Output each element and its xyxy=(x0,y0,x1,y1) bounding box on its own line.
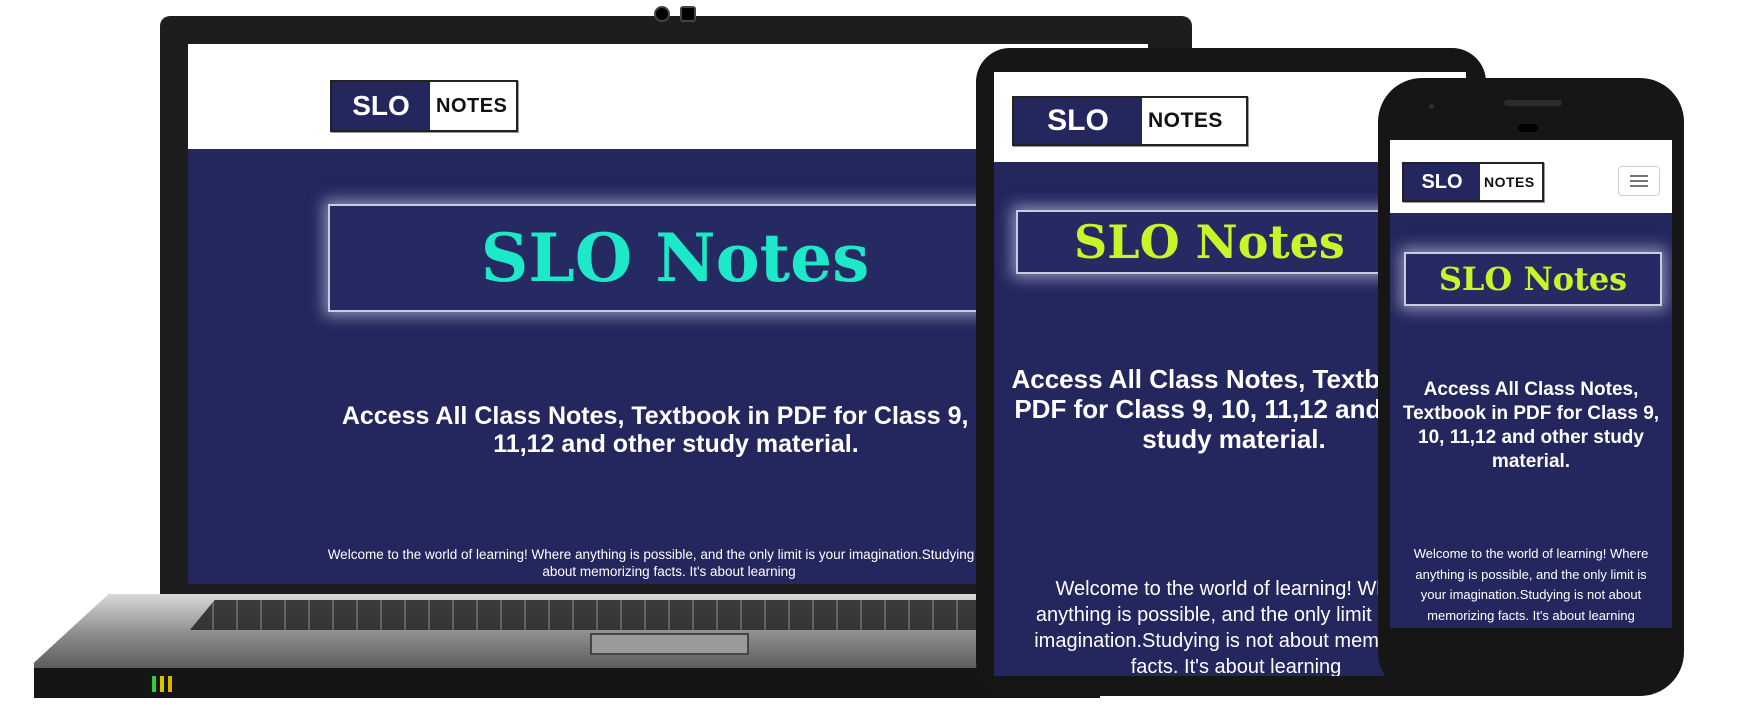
hero-tagline: Access All Class Notes, Textbook in PDF … xyxy=(341,402,1011,458)
laptop-led xyxy=(152,676,156,692)
logo-slo-text: SLO xyxy=(1014,98,1142,144)
logo-notes-text: NOTES xyxy=(1484,174,1535,190)
laptop-camera-indicator xyxy=(680,6,696,22)
hero-title: SLO Notes xyxy=(1438,260,1628,298)
laptop-front-edge xyxy=(34,668,1100,698)
logo-notes-text: NOTES xyxy=(1148,109,1223,132)
site-logo[interactable]: SLO NOTES xyxy=(1012,96,1248,146)
hero-title: SLO Notes xyxy=(1074,215,1345,269)
phone-sensor xyxy=(1429,104,1434,109)
hero-tagline: Access All Class Notes, Textbook in PDF … xyxy=(1402,379,1660,472)
menu-toggle-button[interactable] xyxy=(1618,166,1660,196)
hero-title-box: SLO Notes xyxy=(328,204,1022,312)
laptop-trackpad xyxy=(590,633,749,655)
phone-screen: SLO NOTES SLO Notes Access All Class Not… xyxy=(1390,140,1672,628)
laptop-led xyxy=(168,676,172,692)
site-logo[interactable]: SLO NOTES xyxy=(330,80,518,132)
laptop-camera xyxy=(654,6,670,22)
laptop-led xyxy=(160,676,164,692)
logo-slo-text: SLO xyxy=(332,82,430,130)
hamburger-icon xyxy=(1630,175,1648,177)
site-logo[interactable]: SLO NOTES xyxy=(1402,162,1544,202)
logo-notes-text: NOTES xyxy=(436,94,508,117)
logo-slo-text: SLO xyxy=(1404,164,1480,200)
phone-speaker xyxy=(1504,100,1562,106)
hero-title: SLO Notes xyxy=(480,219,870,297)
phone-camera xyxy=(1518,124,1538,132)
laptop-keyboard xyxy=(190,600,1010,630)
site-header: SLO NOTES xyxy=(1390,140,1672,213)
welcome-text: Welcome to the world of learning! Where … xyxy=(1413,546,1649,623)
welcome-text: Welcome to the world of learning! Where … xyxy=(327,547,1011,579)
hero-title-box: SLO Notes xyxy=(1404,252,1662,306)
